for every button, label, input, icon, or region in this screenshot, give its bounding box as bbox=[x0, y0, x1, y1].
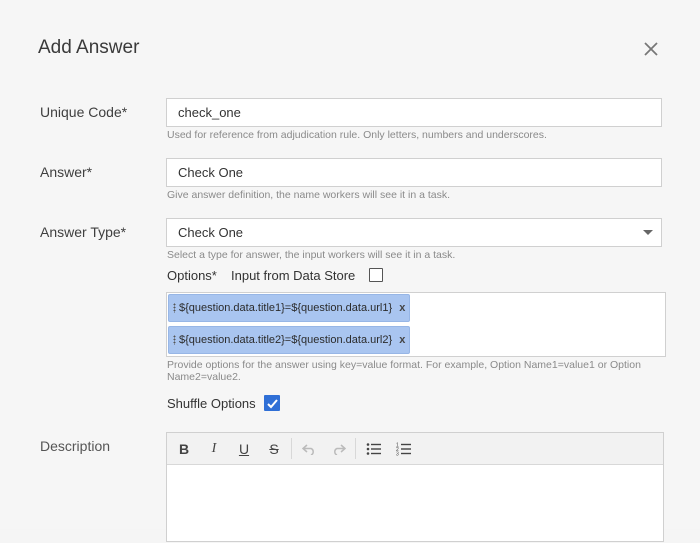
description-label: Description bbox=[40, 438, 111, 454]
option-tag[interactable]: ${question.data.title1}=${question.data.… bbox=[168, 294, 411, 322]
answer-input[interactable]: Check One bbox=[166, 158, 662, 187]
strikethrough-icon[interactable]: S bbox=[263, 439, 285, 459]
chevron-down-icon bbox=[643, 230, 653, 235]
drag-handle-icon[interactable] bbox=[173, 335, 176, 345]
bullet-list-icon[interactable] bbox=[363, 439, 385, 459]
close-button[interactable] bbox=[640, 38, 662, 60]
bold-icon[interactable]: B bbox=[173, 439, 195, 459]
close-icon bbox=[644, 42, 658, 56]
numbered-list-icon[interactable]: 1 2 3 bbox=[393, 439, 415, 459]
options-label: Options* bbox=[167, 268, 217, 283]
redo-icon[interactable] bbox=[328, 439, 350, 459]
editor-toolbar: B I U S 1 2 3 bbox=[167, 433, 663, 465]
shuffle-options-label: Shuffle Options bbox=[167, 396, 256, 411]
unique-code-label: Unique Code* bbox=[40, 104, 128, 120]
options-hint-line2: Name2=value2. bbox=[167, 371, 241, 383]
answer-hint: Give answer definition, the name workers… bbox=[167, 189, 451, 201]
options-tag-input[interactable]: ${question.data.title1}=${question.data.… bbox=[166, 292, 666, 357]
options-hint-line1: Provide options for the answer using key… bbox=[167, 359, 641, 371]
underline-icon[interactable]: U bbox=[233, 439, 255, 459]
option-tag[interactable]: ${question.data.title2}=${question.data.… bbox=[168, 326, 411, 354]
add-answer-dialog: Add Answer Unique Code* check_one Used f… bbox=[0, 0, 700, 542]
shuffle-options-checkbox[interactable] bbox=[264, 395, 280, 411]
toolbar-divider bbox=[291, 438, 292, 459]
data-store-checkbox[interactable] bbox=[369, 268, 383, 282]
undo-icon[interactable] bbox=[298, 439, 320, 459]
unique-code-input[interactable]: check_one bbox=[166, 98, 662, 127]
answer-type-value: Check One bbox=[178, 225, 244, 240]
checkmark-icon bbox=[266, 398, 278, 408]
remove-tag-icon[interactable]: x bbox=[399, 302, 405, 314]
option-tag-text: ${question.data.title1}=${question.data.… bbox=[179, 302, 393, 314]
answer-type-select[interactable]: Check One bbox=[166, 218, 662, 247]
remove-tag-icon[interactable]: x bbox=[399, 334, 405, 346]
description-text-area[interactable] bbox=[167, 465, 663, 543]
svg-text:3: 3 bbox=[396, 452, 399, 457]
unique-code-hint: Used for reference from adjudication rul… bbox=[167, 129, 547, 141]
answer-type-label: Answer Type* bbox=[40, 224, 127, 240]
drag-handle-icon[interactable] bbox=[173, 303, 176, 313]
answer-type-hint: Select a type for answer, the input work… bbox=[167, 249, 456, 261]
description-editor[interactable]: B I U S 1 2 3 bbox=[166, 432, 664, 542]
option-tag-text: ${question.data.title2}=${question.data.… bbox=[179, 334, 393, 346]
data-store-label: Input from Data Store bbox=[231, 268, 356, 283]
toolbar-divider bbox=[355, 438, 356, 459]
answer-label: Answer* bbox=[40, 164, 93, 180]
dialog-title: Add Answer bbox=[38, 37, 140, 58]
italic-icon[interactable]: I bbox=[203, 439, 225, 459]
